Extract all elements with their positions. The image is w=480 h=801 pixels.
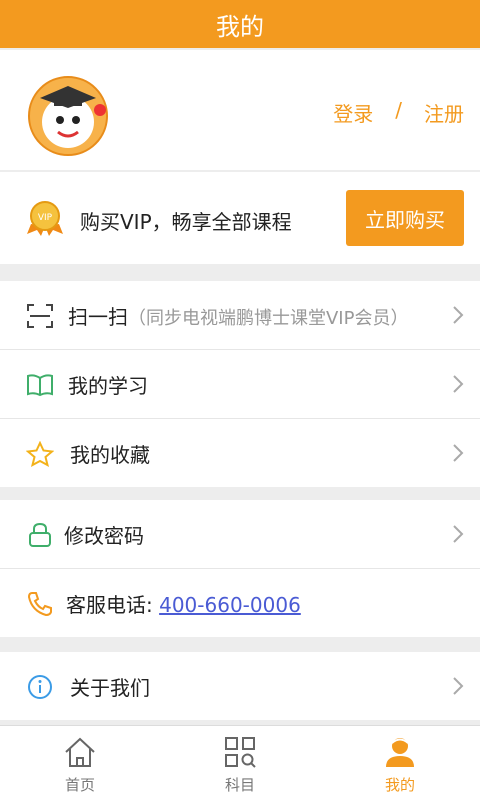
menu-group-2: 修改密码 客服电话: 400-660-0006 (0, 500, 480, 637)
vip-promo-text: 购买VIP，畅享全部课程 (80, 210, 292, 234)
vip-banner: VIP 购买VIP，畅享全部课程 立即购买 (0, 172, 480, 264)
chevron-right-icon (453, 444, 464, 462)
chevron-right-icon (453, 525, 464, 543)
page-title: 我的 (216, 12, 264, 41)
menu-item-favorites[interactable]: 我的收藏 (0, 419, 480, 487)
favorites-label: 我的收藏 (70, 442, 150, 467)
tab-mine[interactable]: 我的 (320, 726, 480, 801)
grid-icon (225, 737, 256, 768)
menu-group-3: 关于我们 (0, 652, 480, 720)
login-link[interactable]: 登录 (333, 98, 373, 127)
password-label: 修改密码 (64, 523, 144, 548)
lock-icon (29, 522, 51, 547)
tab-subjects-label: 科目 (224, 776, 255, 794)
vip-medal-icon: VIP (27, 201, 63, 236)
tab-home-label: 首页 (64, 776, 95, 794)
auth-divider: / (395, 98, 402, 122)
chevron-right-icon (453, 306, 464, 324)
chevron-right-icon (453, 677, 464, 695)
register-link[interactable]: 注册 (424, 98, 464, 127)
profile-section: 登录 / 注册 (0, 50, 480, 170)
home-icon (65, 737, 95, 767)
chevron-right-icon (453, 375, 464, 393)
scan-label: 扫一扫 (68, 304, 128, 329)
menu-item-about[interactable]: 关于我们 (0, 652, 480, 720)
avatar[interactable] (28, 76, 108, 156)
book-icon (27, 374, 53, 397)
tab-mine-label: 我的 (384, 776, 415, 794)
study-label: 我的学习 (68, 373, 148, 398)
scan-subtitle: （同步电视端鹏博士课堂VIP会员） (128, 307, 409, 329)
about-label: 关于我们 (70, 675, 150, 700)
tab-subjects[interactable]: 科目 (160, 726, 320, 801)
menu-group-1: 扫一扫（同步电视端鹏博士课堂VIP会员） 我的学习 我的收藏 (0, 281, 480, 487)
info-icon (28, 675, 52, 699)
user-icon (386, 738, 414, 767)
phone-number-link[interactable]: 400-660-0006 (159, 593, 301, 617)
svg-text:VIP: VIP (38, 213, 53, 223)
menu-item-study[interactable]: 我的学习 (0, 350, 480, 419)
menu-item-service: 客服电话: 400-660-0006 (0, 569, 480, 637)
bottom-tab-bar: 首页 科目 我的 (0, 725, 480, 801)
service-label: 客服电话: (66, 592, 153, 617)
tab-home[interactable]: 首页 (0, 726, 160, 801)
menu-item-scan[interactable]: 扫一扫（同步电视端鹏博士课堂VIP会员） (0, 281, 480, 350)
star-icon (26, 441, 54, 467)
menu-item-password[interactable]: 修改密码 (0, 500, 480, 569)
buy-now-button[interactable]: 立即购买 (346, 190, 464, 246)
title-bar: 我的 (0, 0, 480, 48)
scan-icon (27, 304, 53, 328)
phone-icon (27, 592, 52, 617)
